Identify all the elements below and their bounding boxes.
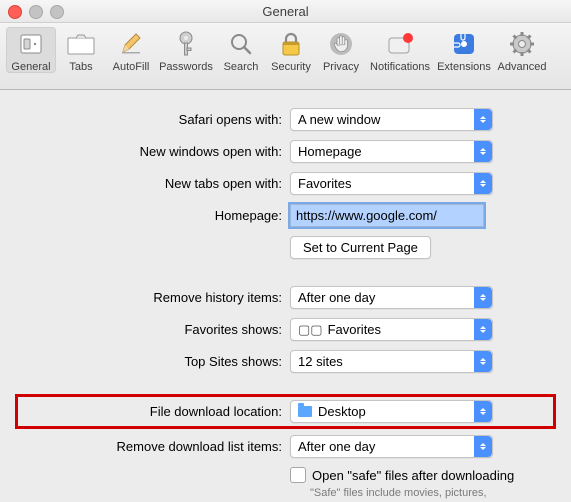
- lock-icon: [276, 29, 306, 59]
- book-icon: ▢▢: [298, 322, 323, 338]
- notification-icon: [385, 29, 415, 59]
- chevron-updown-icon: [474, 319, 492, 340]
- switch-icon: [16, 29, 46, 59]
- toolbar-tab-general[interactable]: General: [6, 27, 56, 73]
- chevron-updown-icon: [474, 436, 492, 457]
- window-titlebar: General: [0, 0, 571, 23]
- open-safe-description: "Safe" files include movies, pictures, s…: [310, 486, 520, 502]
- tabs-icon: [66, 29, 96, 59]
- homepage-input[interactable]: [290, 204, 484, 227]
- hand-icon: [326, 29, 356, 59]
- gear-icon: [507, 29, 537, 59]
- folder-icon: [298, 406, 312, 417]
- select-favorites-shows[interactable]: ▢▢ Favorites: [290, 318, 493, 341]
- chevron-updown-icon: [474, 109, 492, 130]
- open-safe-checkbox[interactable]: [290, 467, 306, 483]
- preferences-body: Safari opens with: A new window New wind…: [0, 90, 571, 502]
- label-topsites-shows: Top Sites shows:: [20, 354, 290, 369]
- window-close-button[interactable]: [8, 5, 22, 19]
- label-new-tabs: New tabs open with:: [20, 176, 290, 191]
- label-homepage: Homepage:: [20, 208, 290, 223]
- label-remove-history: Remove history items:: [20, 290, 290, 305]
- toolbar-tab-passwords[interactable]: Passwords: [156, 27, 216, 73]
- toolbar-tab-notifications[interactable]: Notifications: [366, 27, 434, 73]
- label-download-location: File download location:: [20, 404, 290, 419]
- toolbar-tab-search[interactable]: Search: [216, 27, 266, 73]
- preferences-toolbar: General Tabs AutoFill Passwords Search S…: [0, 23, 571, 90]
- toolbar-tab-privacy[interactable]: Privacy: [316, 27, 366, 73]
- toolbar-tab-tabs[interactable]: Tabs: [56, 27, 106, 73]
- key-icon: [171, 29, 201, 59]
- chevron-updown-icon: [474, 173, 492, 194]
- select-remove-dl[interactable]: After one day: [290, 435, 493, 458]
- label-remove-dl: Remove download list items:: [20, 439, 290, 454]
- chevron-updown-icon: [474, 141, 492, 162]
- highlighted-download-row: File download location: Desktop: [15, 394, 556, 429]
- label-new-windows: New windows open with:: [20, 144, 290, 159]
- chevron-updown-icon: [474, 351, 492, 372]
- select-new-tabs[interactable]: Favorites: [290, 172, 493, 195]
- window-title: General: [262, 4, 308, 19]
- set-current-page-button[interactable]: Set to Current Page: [290, 236, 431, 259]
- select-remove-history[interactable]: After one day: [290, 286, 493, 309]
- chevron-updown-icon: [474, 401, 492, 422]
- toolbar-tab-advanced[interactable]: Advanced: [494, 27, 550, 73]
- select-opens-with[interactable]: A new window: [290, 108, 493, 131]
- toolbar-tab-autofill[interactable]: AutoFill: [106, 27, 156, 73]
- label-opens-with: Safari opens with:: [20, 112, 290, 127]
- toolbar-tab-security[interactable]: Security: [266, 27, 316, 73]
- select-new-windows[interactable]: Homepage: [290, 140, 493, 163]
- search-icon: [226, 29, 256, 59]
- select-topsites-shows[interactable]: 12 sites: [290, 350, 493, 373]
- open-safe-label: Open "safe" files after downloading: [312, 468, 514, 483]
- toolbar-tab-extensions[interactable]: Extensions: [434, 27, 494, 73]
- window-zoom-button[interactable]: [50, 5, 64, 19]
- label-favorites-shows: Favorites shows:: [20, 322, 290, 337]
- chevron-updown-icon: [474, 287, 492, 308]
- select-download-location[interactable]: Desktop: [290, 400, 493, 423]
- puzzle-icon: [449, 29, 479, 59]
- window-minimize-button[interactable]: [29, 5, 43, 19]
- pencil-icon: [116, 29, 146, 59]
